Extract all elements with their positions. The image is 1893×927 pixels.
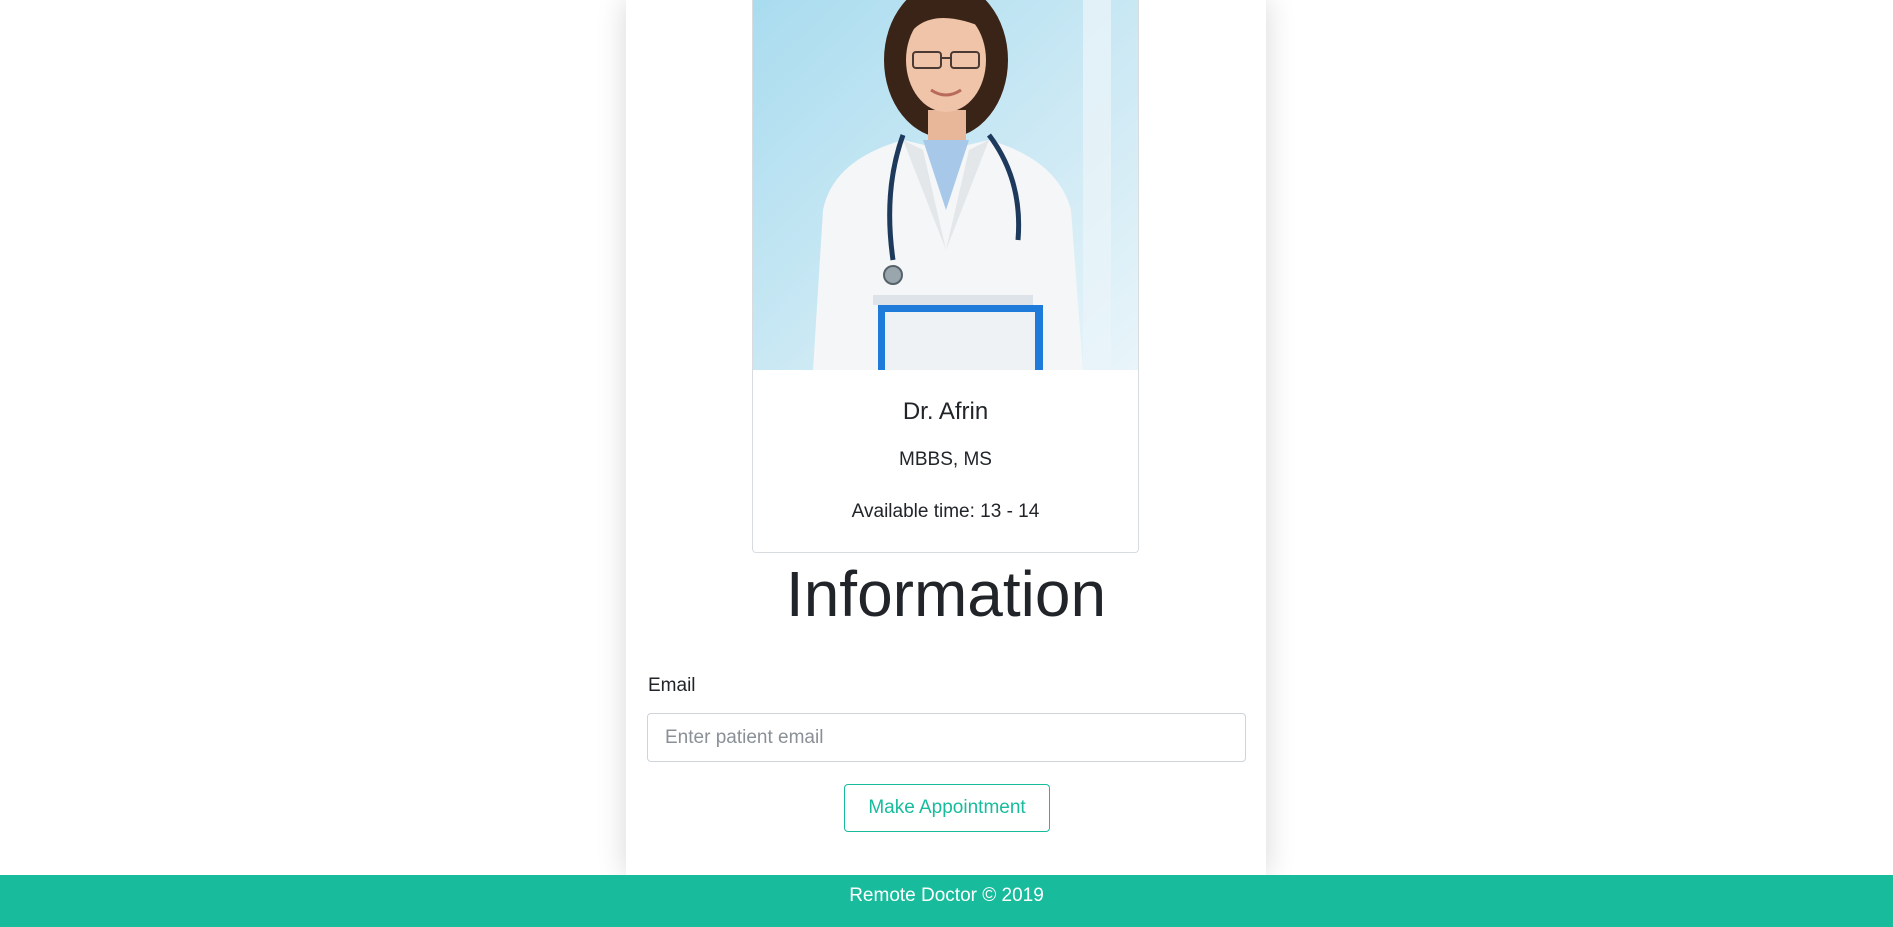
page: Dr. Afrin MBBS, MS Available time: 13 - … <box>0 0 1893 927</box>
make-appointment-button[interactable]: Make Appointment <box>844 784 1050 832</box>
email-label: Email <box>648 675 696 696</box>
footer: Remote Doctor © 2019 <box>0 875 1893 927</box>
doctor-name: Dr. Afrin <box>902 398 989 425</box>
information-heading: Information <box>785 558 1107 630</box>
doctor-card: Dr. Afrin MBBS, MS Available time: 13 - … <box>752 0 1139 553</box>
content-panel: Dr. Afrin MBBS, MS Available time: 13 - … <box>626 0 1266 875</box>
doctor-degree: MBBS, MS <box>899 449 992 470</box>
doctor-available-time: Available time: 13 - 14 <box>851 501 1040 522</box>
doctor-photo <box>753 0 1138 370</box>
footer-text: Remote Doctor © 2019 <box>849 885 1044 906</box>
email-input[interactable] <box>647 713 1246 762</box>
